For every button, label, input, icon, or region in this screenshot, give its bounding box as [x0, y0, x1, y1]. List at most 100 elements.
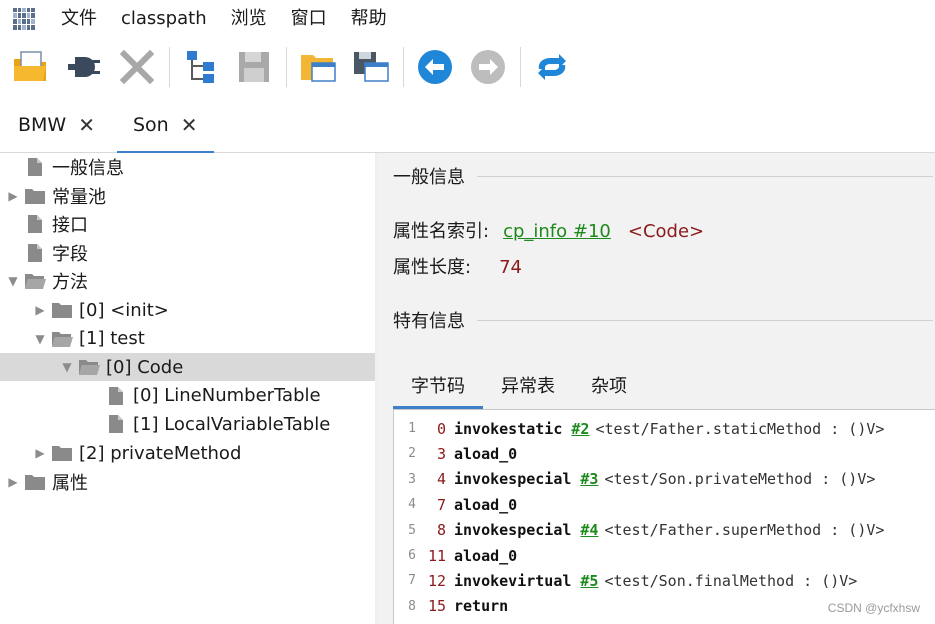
connect-button[interactable]	[61, 44, 107, 90]
method-descriptor: <test/Father.staticMethod : ()V>	[595, 419, 885, 438]
tree-item[interactable]: ▶ [0] <init>	[0, 296, 375, 324]
tree-item[interactable]: ▼ [0] Code	[0, 353, 375, 382]
tab-son[interactable]: Son ✕	[117, 97, 214, 154]
constant-ref-link[interactable]: #2	[571, 420, 589, 438]
tree-item-label: 字段	[52, 243, 88, 265]
tree-item-label: [0] LineNumberTable	[133, 385, 321, 407]
constant-ref-link[interactable]: #3	[580, 470, 598, 488]
tree-item[interactable]: 接口	[0, 210, 375, 238]
bytecode-offset: 15	[427, 597, 446, 616]
back-button[interactable]	[412, 44, 458, 90]
opcode: invokespecial	[454, 521, 572, 540]
attr-name-value: <Code>	[627, 221, 705, 242]
tab-bytecode[interactable]: 字节码	[393, 365, 483, 409]
file-icon	[105, 413, 127, 435]
tree-item[interactable]: ▶ [2] privateMethod	[0, 439, 375, 467]
bytecode-line: 2 3 aload_0	[394, 441, 517, 466]
folder-icon	[24, 471, 46, 493]
method-descriptor: <test/Son.privateMethod : ()V>	[604, 470, 876, 489]
forward-arrow-icon	[471, 50, 505, 84]
tree-item-label: [1] test	[79, 328, 145, 350]
save-window-button[interactable]	[348, 44, 394, 90]
opcode: aload_0	[454, 495, 518, 514]
section-title: 一般信息	[393, 167, 465, 188]
expand-right-icon[interactable]: ▶	[33, 439, 47, 467]
tree-item[interactable]: [0] LineNumberTable	[0, 382, 375, 410]
folder-open-icon	[51, 328, 73, 350]
bytecode-line: 3 4 invokespecial #3 <test/Son.privateMethod…	[394, 467, 875, 492]
detail-subtabs: 字节码 异常表 杂项	[393, 365, 645, 409]
folder-open-icon	[78, 356, 100, 378]
menu-window[interactable]: 窗口	[279, 0, 339, 37]
bytecode-view[interactable]: 1 0 invokestatic #2 <test/Father.staticMetho…	[393, 409, 935, 624]
opcode: invokespecial	[454, 470, 572, 489]
tree-item-label: 方法	[52, 272, 88, 294]
tree-item[interactable]: ▶ 常量池	[0, 182, 375, 210]
tree-item-label: 属性	[52, 472, 88, 494]
line-number: 8	[408, 598, 416, 614]
expand-right-icon[interactable]: ▶	[33, 296, 47, 324]
tab-bmw[interactable]: BMW ✕	[18, 97, 95, 153]
open-button[interactable]	[8, 44, 54, 90]
expand-down-icon[interactable]: ▼	[6, 267, 20, 295]
close-tab-icon[interactable]: ✕	[181, 113, 198, 137]
open-folder-icon	[14, 51, 46, 81]
bytecode-offset: 4	[436, 470, 446, 489]
bytecode-line: 6 11 aload_0	[394, 543, 517, 568]
constant-ref-link[interactable]: #4	[580, 521, 598, 539]
bytecode-offset: 11	[427, 546, 446, 565]
expand-down-icon[interactable]: ▼	[60, 353, 74, 381]
save-button[interactable]	[231, 44, 277, 90]
tree-item[interactable]: ▼ [1] test	[0, 325, 375, 353]
tree-item[interactable]: ▼ 方法	[0, 267, 375, 295]
expand-right-icon[interactable]: ▶	[6, 468, 20, 496]
close-x-icon	[119, 49, 155, 85]
menu-bar: 文件 classpath 浏览 窗口 帮助	[0, 0, 935, 37]
sync-button[interactable]	[529, 44, 575, 90]
folder-icon	[24, 185, 46, 207]
attr-name-index-label: 属性名索引:	[393, 221, 490, 242]
tree-item-label: [2] privateMethod	[79, 442, 242, 464]
bytecode-offset: 12	[427, 571, 446, 590]
toolbar-separator	[286, 47, 287, 87]
folder-icon	[51, 442, 73, 464]
tab-label: BMW	[18, 114, 67, 136]
menu-browse[interactable]: 浏览	[219, 0, 279, 37]
file-icon	[24, 156, 46, 178]
menu-classpath[interactable]: classpath	[109, 0, 219, 37]
folder-icon	[51, 299, 73, 321]
menu-help[interactable]: 帮助	[339, 0, 399, 37]
line-number: 1	[408, 421, 416, 436]
general-info-header: 一般信息	[393, 163, 933, 189]
menu-file[interactable]: 文件	[49, 0, 109, 37]
tab-misc[interactable]: 杂项	[573, 365, 645, 409]
file-icon	[24, 213, 46, 235]
cp-info-link[interactable]: cp_info #10	[503, 221, 611, 242]
tree-item[interactable]: [1] LocalVariableTable	[0, 410, 375, 438]
bytecode-offset: 3	[436, 444, 446, 463]
tree-item[interactable]: ▶ 属性	[0, 468, 375, 496]
specific-info-header: 特有信息	[393, 307, 933, 333]
hierarchy-button[interactable]	[178, 44, 224, 90]
method-descriptor: <test/Father.superMethod : ()V>	[604, 521, 885, 540]
attr-name-index-row: 属性名索引: cp_info #10 <Code>	[393, 217, 704, 243]
opcode: invokestatic	[454, 419, 563, 438]
forward-button[interactable]	[465, 44, 511, 90]
opcode: invokevirtual	[454, 571, 572, 590]
attr-length-value: 74	[499, 257, 522, 278]
expand-down-icon[interactable]: ▼	[33, 325, 47, 353]
close-tab-icon[interactable]: ✕	[78, 113, 95, 137]
tree-item-label: [0] <init>	[79, 299, 169, 321]
open-folder-window-button[interactable]	[295, 44, 341, 90]
tree-item[interactable]: 字段	[0, 239, 375, 267]
tab-exception-table[interactable]: 异常表	[483, 365, 573, 409]
file-icon	[105, 385, 127, 407]
expand-right-icon[interactable]: ▶	[6, 182, 20, 210]
save-disk-icon	[239, 52, 269, 82]
close-file-button[interactable]	[114, 44, 160, 90]
tree-item[interactable]: 一般信息	[0, 153, 375, 181]
constant-ref-link[interactable]: #5	[580, 572, 598, 590]
opcode: return	[454, 597, 509, 616]
